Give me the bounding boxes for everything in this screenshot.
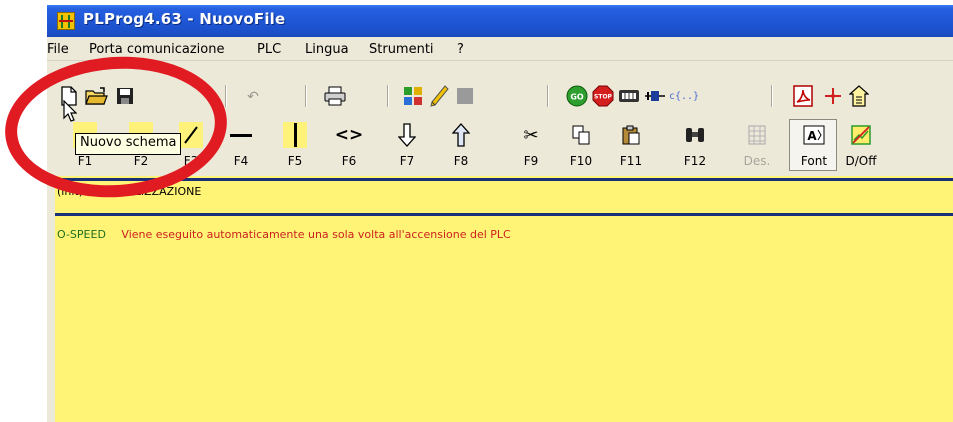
menu-plc[interactable]: PLC xyxy=(257,42,281,57)
f10-button[interactable]: F10 xyxy=(557,120,605,170)
plug-icon xyxy=(645,91,665,101)
menu-strumenti[interactable]: Strumenti xyxy=(369,42,434,57)
coil-icon: <> xyxy=(334,125,364,145)
arrow-down-icon xyxy=(395,122,419,148)
f10-label: F10 xyxy=(569,154,593,168)
f5-label: F5 xyxy=(287,154,303,168)
rung-bottom-border xyxy=(55,213,953,216)
printer-icon xyxy=(324,86,346,106)
print-button[interactable] xyxy=(323,84,347,108)
undo-icon: ↶ xyxy=(247,87,259,104)
pen-button[interactable] xyxy=(427,84,451,108)
go-button[interactable]: GO xyxy=(565,84,589,108)
grid-disabled-icon xyxy=(745,122,769,148)
move-button[interactable] xyxy=(821,84,845,108)
f6-label: F6 xyxy=(341,154,357,168)
go-icon: GO xyxy=(566,85,588,107)
menu-bar: File Porta comunicazione PLC Lingua Stru… xyxy=(47,37,953,61)
layout-button[interactable] xyxy=(401,84,425,108)
menu-file[interactable]: File xyxy=(47,42,69,57)
f11-label: F11 xyxy=(619,154,643,168)
pencil-icon xyxy=(430,85,449,107)
window-title: PLProg4.63 - NuovoFile xyxy=(83,10,286,28)
stop-square-button[interactable] xyxy=(453,84,477,108)
title-bar[interactable]: PLProg4.63 - NuovoFile xyxy=(47,5,953,37)
f8-button[interactable]: F8 xyxy=(437,120,485,170)
properties-button[interactable] xyxy=(847,84,871,108)
svg-text:STOP: STOP xyxy=(594,94,613,101)
f7-button[interactable]: F7 xyxy=(383,120,431,170)
binoculars-icon xyxy=(683,122,707,148)
f9-label: F9 xyxy=(523,154,539,168)
app-icon[interactable] xyxy=(57,12,75,30)
square-icon xyxy=(457,88,473,104)
menu-lingua[interactable]: Lingua xyxy=(305,42,349,57)
f4-label: F4 xyxy=(233,154,249,168)
vline-icon xyxy=(283,122,307,148)
f5-button[interactable]: F5 xyxy=(271,120,319,170)
comment-text: Viene eseguito automaticamente una sola … xyxy=(121,228,511,241)
code-icon: c{..} xyxy=(668,90,700,102)
grid-icon xyxy=(404,87,422,105)
svg-text:A: A xyxy=(807,129,817,143)
f12-label: F12 xyxy=(683,154,707,168)
monitor-button[interactable] xyxy=(617,84,641,108)
chart-off-icon xyxy=(849,122,873,148)
rung-comment: O-SPEED Viene eseguito automaticamente u… xyxy=(57,228,511,241)
pdf-button[interactable] xyxy=(791,84,815,108)
menu-help[interactable]: ? xyxy=(457,42,464,57)
arrow-up-icon xyxy=(449,122,473,148)
f12-button[interactable]: F12 xyxy=(671,120,719,170)
comment-tag: O-SPEED xyxy=(57,228,106,241)
crosshair-icon xyxy=(825,88,841,104)
code-button[interactable]: c{..} xyxy=(669,84,699,108)
monitor-icon xyxy=(619,90,639,102)
f11-button[interactable]: F11 xyxy=(607,120,655,170)
ladder-editor[interactable]: (init) DI INIZIALIZZAZIONE O-SPEED Viene… xyxy=(55,176,953,422)
f6-button[interactable]: <> F6 xyxy=(325,120,373,170)
des-button[interactable]: Des. xyxy=(733,120,781,170)
des-label: Des. xyxy=(743,154,771,168)
paste-icon xyxy=(619,122,643,148)
stop-button[interactable]: STOP xyxy=(591,84,615,108)
pdf-icon xyxy=(793,85,813,107)
f9-button[interactable]: ✂ F9 xyxy=(507,120,555,170)
font-button[interactable]: A Font xyxy=(789,119,837,171)
doff-label: D/Off xyxy=(845,154,877,168)
menu-porta-comunicazione[interactable]: Porta comunicazione xyxy=(89,42,224,57)
hline-icon xyxy=(229,122,253,148)
font-icon: A xyxy=(802,122,826,148)
font-label: Font xyxy=(800,154,828,168)
f8-label: F8 xyxy=(453,154,469,168)
f7-label: F7 xyxy=(399,154,415,168)
connect-button[interactable] xyxy=(643,84,667,108)
copy-icon xyxy=(569,122,593,148)
undo-button[interactable]: ↶ xyxy=(241,84,265,108)
house-doc-icon xyxy=(849,85,869,107)
scissors-icon: ✂ xyxy=(523,124,539,145)
stop-icon: STOP xyxy=(592,85,614,107)
rung-top-border xyxy=(55,178,953,181)
doff-button[interactable]: D/Off xyxy=(837,120,885,170)
svg-text:GO: GO xyxy=(570,93,584,102)
